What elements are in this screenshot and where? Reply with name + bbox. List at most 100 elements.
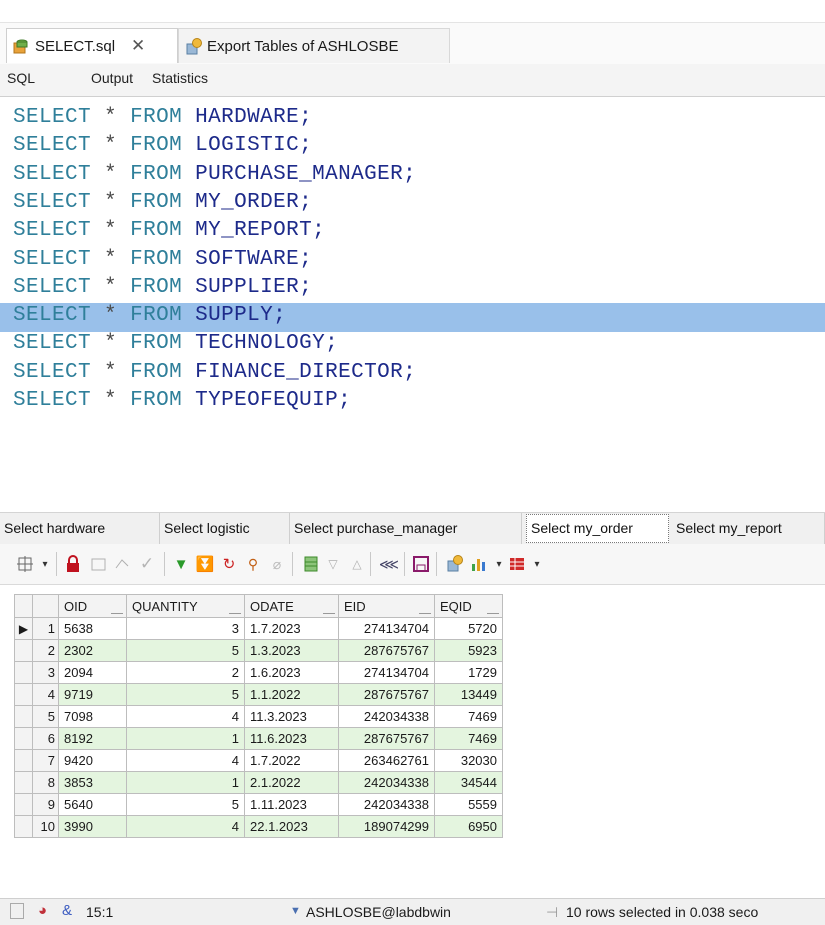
grid-cell-odate[interactable]: 11.3.2023 [244, 705, 339, 728]
grid-cell-eqid[interactable]: 6950 [434, 815, 503, 838]
sql-line[interactable]: SELECT * FROM PURCHASE_MANAGER; [13, 161, 416, 189]
grid-cell-eid[interactable]: 287675767 [338, 639, 435, 662]
sql-line[interactable]: SELECT * FROM SUPPLIER; [13, 274, 312, 302]
grid-cell-oid[interactable]: 7098 [58, 705, 127, 728]
table-view-icon[interactable] [300, 553, 322, 575]
sql-line[interactable]: SELECT * FROM SUPPLY; [13, 302, 286, 330]
grid-cell-quantity[interactable]: 5 [126, 639, 245, 662]
grid-cell-eid[interactable]: 274134704 [338, 617, 435, 640]
table-row[interactable]: ▶ 1 5638 3 1.7.2023 274134704 5720 [14, 617, 503, 640]
sql-line[interactable]: SELECT * FROM HARDWARE; [13, 104, 312, 132]
column-header-quantity[interactable]: QUANTITY [126, 594, 245, 618]
grid-cell-eqid[interactable]: 32030 [434, 749, 503, 772]
grid-cell-quantity[interactable]: 4 [126, 815, 245, 838]
grid-options-icon[interactable] [14, 553, 36, 575]
grid-cell-odate[interactable]: 1.7.2023 [244, 617, 339, 640]
grid-cell-eid[interactable]: 242034338 [338, 793, 435, 816]
connection-dropdown-icon[interactable]: ▼ [290, 905, 301, 917]
grid-cell-quantity[interactable]: 1 [126, 727, 245, 750]
grid-cell-eid[interactable]: 242034338 [338, 705, 435, 728]
grid-cell-odate[interactable]: 1.1.2022 [244, 683, 339, 706]
refresh-icon[interactable]: ↻ [218, 553, 240, 575]
grid-cell-eqid[interactable]: 34544 [434, 771, 503, 794]
tab-select-my-order[interactable]: Select my_order [526, 514, 669, 543]
grid-cell-odate[interactable]: 2.1.2022 [244, 771, 339, 794]
column-header-oid[interactable]: OID [58, 594, 127, 618]
grid-cell-eid[interactable]: 263462761 [338, 749, 435, 772]
fetch-all-icon[interactable]: ⏬ [194, 553, 216, 575]
tab-export-tables[interactable]: Export Tables of ASHLOSBE [178, 28, 450, 63]
sql-line[interactable]: SELECT * FROM MY_REPORT; [13, 217, 325, 245]
close-tab-icon[interactable]: ✕ [131, 36, 145, 56]
find-icon[interactable]: ⚲ [242, 553, 264, 575]
sql-line[interactable]: SELECT * FROM MY_ORDER; [13, 189, 312, 217]
grid-cell-eqid[interactable]: 5720 [434, 617, 503, 640]
grid-cell-eqid[interactable]: 13449 [434, 683, 503, 706]
panel-toggle-icon[interactable] [10, 903, 24, 919]
tab-output[interactable]: Output [91, 70, 133, 86]
table-row[interactable]: 6 8192 1 11.6.2023 287675767 7469 [14, 727, 503, 750]
tab-statistics[interactable]: Statistics [152, 70, 208, 86]
grid-cell-oid[interactable]: 9719 [58, 683, 127, 706]
grid-cell-odate[interactable]: 1.11.2023 [244, 793, 339, 816]
tab-select-logistic[interactable]: Select logistic [160, 513, 290, 544]
tab-select-my-report[interactable]: Select my_report [672, 513, 825, 544]
grid-cell-oid[interactable]: 2094 [58, 661, 127, 684]
fetch-next-icon[interactable]: ▼ [170, 553, 192, 575]
grid-cell-quantity[interactable]: 3 [126, 617, 245, 640]
table-row[interactable]: 5 7098 4 11.3.2023 242034338 7469 [14, 705, 503, 728]
grid-cell-quantity[interactable]: 4 [126, 749, 245, 772]
export-data-icon[interactable] [444, 553, 466, 575]
table-row[interactable]: 9 5640 5 1.11.2023 242034338 5559 [14, 793, 503, 816]
column-header-odate[interactable]: ODATE [244, 594, 339, 618]
grid-cell-quantity[interactable]: 2 [126, 661, 245, 684]
connection-name[interactable]: ASHLOSBE@labdbwin [306, 904, 451, 920]
sql-line[interactable]: SELECT * FROM FINANCE_DIRECTOR; [13, 359, 416, 387]
chevron-down-icon[interactable]: ▾ [34, 553, 56, 575]
grid-layout-icon[interactable] [506, 553, 528, 575]
grid-cell-eqid[interactable]: 5559 [434, 793, 503, 816]
grid-cell-oid[interactable]: 2302 [58, 639, 127, 662]
grid-cell-quantity[interactable]: 4 [126, 705, 245, 728]
table-row[interactable]: 3 2094 2 1.6.2023 274134704 1729 [14, 661, 503, 684]
lock-icon[interactable] [62, 553, 84, 575]
grid-cell-odate[interactable]: 22.1.2023 [244, 815, 339, 838]
chart-icon[interactable] [468, 553, 490, 575]
tab-sql[interactable]: SQL [7, 70, 35, 86]
grid-cell-odate[interactable]: 11.6.2023 [244, 727, 339, 750]
grid-cell-quantity[interactable]: 5 [126, 683, 245, 706]
grid-cell-eid[interactable]: 287675767 [338, 683, 435, 706]
grid-cell-odate[interactable]: 1.6.2023 [244, 661, 339, 684]
table-row[interactable]: 7 9420 4 1.7.2022 263462761 32030 [14, 749, 503, 772]
save-icon[interactable] [410, 553, 432, 575]
grid-cell-eid[interactable]: 287675767 [338, 727, 435, 750]
grid-cell-eqid[interactable]: 7469 [434, 705, 503, 728]
table-row[interactable]: 2 2302 5 1.3.2023 287675767 5923 [14, 639, 503, 662]
sql-editor[interactable]: SELECT * FROM HARDWARE; SELECT * FROM LOG… [0, 104, 825, 444]
grid-cell-eqid[interactable]: 7469 [434, 727, 503, 750]
table-row[interactable]: 8 3853 1 2.1.2022 242034338 34544 [14, 771, 503, 794]
tab-select-hardware[interactable]: Select hardware [0, 513, 160, 544]
grid-cell-oid[interactable]: 8192 [58, 727, 127, 750]
grid-cell-eid[interactable]: 242034338 [338, 771, 435, 794]
grid-cell-quantity[interactable]: 1 [126, 771, 245, 794]
sql-line[interactable]: SELECT * FROM TYPEOFEQUIP; [13, 387, 351, 415]
table-row[interactable]: 4 9719 5 1.1.2022 287675767 13449 [14, 683, 503, 706]
tab-select-purchase-manager[interactable]: Select purchase_manager [290, 513, 522, 544]
grid-cell-eqid[interactable]: 5923 [434, 639, 503, 662]
sql-line[interactable]: SELECT * FROM SOFTWARE; [13, 246, 312, 274]
filter-down-icon[interactable]: ▽ [322, 553, 344, 575]
grid-cell-eid[interactable]: 274134704 [338, 661, 435, 684]
checkmark-icon[interactable]: ✓ [136, 553, 158, 575]
sql-line[interactable]: SELECT * FROM TECHNOLOGY; [13, 330, 338, 358]
grid-cell-eid[interactable]: 189074299 [338, 815, 435, 838]
result-grid[interactable]: OID QUANTITY ODATE EID EQID ▶ 1 5638 3 1.7.2… [14, 594, 503, 838]
edit-row-icon[interactable] [112, 553, 134, 575]
link-icon[interactable]: ⋘ [378, 553, 400, 575]
sql-line[interactable]: SELECT * FROM LOGISTIC; [13, 132, 312, 160]
grid-cell-eqid[interactable]: 1729 [434, 661, 503, 684]
grid-cell-odate[interactable]: 1.3.2023 [244, 639, 339, 662]
table-row[interactable]: 10 3990 4 22.1.2023 189074299 6950 [14, 815, 503, 838]
clear-icon[interactable]: ⌀ [266, 553, 288, 575]
grid-cell-oid[interactable]: 5640 [58, 793, 127, 816]
